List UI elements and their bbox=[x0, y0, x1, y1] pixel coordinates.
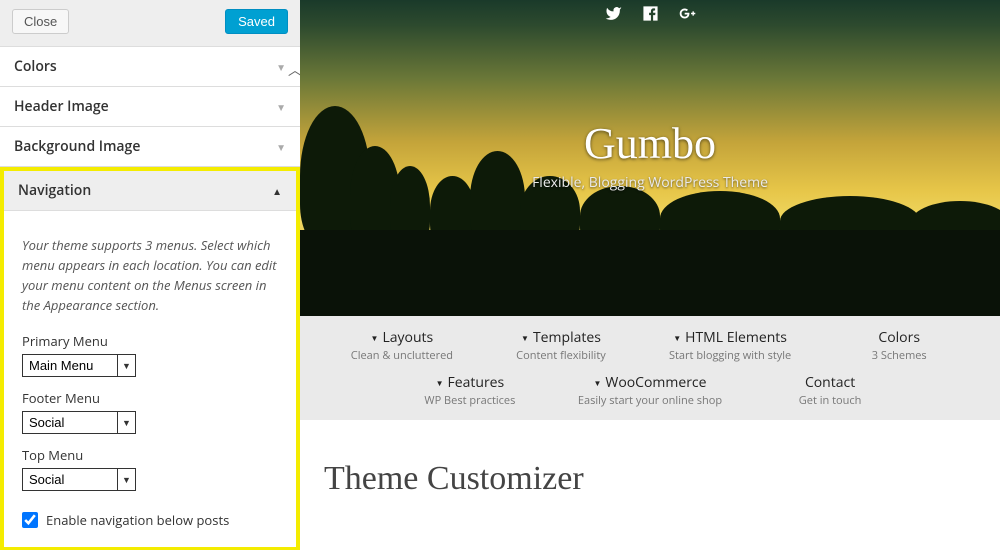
close-button[interactable]: Close bbox=[12, 9, 69, 34]
footer-menu-select-wrap: Social ▼ bbox=[22, 411, 136, 434]
menu-label: Colors bbox=[878, 328, 920, 347]
customizer-sidebar: Close Saved Colors ▼ Header Image ▼ Back… bbox=[0, 0, 300, 550]
menu-sublabel: Content flexibility bbox=[511, 348, 611, 363]
site-tagline: Flexible, Blogging WordPress Theme bbox=[300, 173, 1000, 192]
sidebar-header: Close Saved bbox=[0, 0, 300, 46]
menu-sublabel: Clean & uncluttered bbox=[351, 348, 453, 363]
hero: Gumbo Flexible, Blogging WordPress Theme bbox=[300, 0, 1000, 316]
preview-pane: Gumbo Flexible, Blogging WordPress Theme… bbox=[300, 0, 1000, 550]
primary-menu-select-wrap: Main Menu ▼ bbox=[22, 354, 136, 377]
primary-menu-label: Primary Menu bbox=[22, 332, 278, 350]
section-navigation[interactable]: Navigation ▲ bbox=[4, 171, 296, 210]
menu-item-colors[interactable]: Colors 3 Schemes bbox=[849, 328, 949, 363]
main-menu: ▼Layouts Clean & uncluttered ▼Templates … bbox=[300, 316, 1000, 420]
section-label: Navigation bbox=[18, 181, 91, 200]
navigation-description: Your theme supports 3 menus. Select whic… bbox=[4, 210, 296, 326]
chevron-up-icon: ▲ bbox=[272, 184, 282, 198]
top-menu-select-wrap: Social ▼ bbox=[22, 468, 136, 491]
saved-button[interactable]: Saved bbox=[225, 9, 288, 34]
menu-item-html-elements[interactable]: ▼ HTML Elements Start blogging with style bbox=[669, 328, 791, 363]
menu-label: Contact bbox=[805, 373, 855, 392]
menu-item-layouts[interactable]: ▼Layouts Clean & uncluttered bbox=[351, 328, 453, 363]
hero-title-block: Gumbo Flexible, Blogging WordPress Theme bbox=[300, 118, 1000, 192]
chevron-down-icon: ▼ bbox=[436, 378, 444, 389]
menu-item-woocommerce[interactable]: ▼ WooCommerce Easily start your online sh… bbox=[578, 373, 722, 408]
page-title: Theme Customizer bbox=[324, 460, 976, 498]
accordion: Colors ▼ Header Image ▼ Background Image… bbox=[0, 46, 300, 550]
menu-item-features[interactable]: ▼ Features WP Best practices bbox=[420, 373, 520, 408]
field-top-menu: Top Menu Social ▼ bbox=[4, 440, 296, 497]
menu-label: Templates bbox=[533, 328, 601, 347]
footer-menu-label: Footer Menu bbox=[22, 389, 278, 407]
chevron-down-icon: ▼ bbox=[673, 333, 681, 344]
chevron-down-icon: ▼ bbox=[521, 333, 529, 344]
menu-label: WooCommerce bbox=[605, 373, 706, 392]
google-plus-icon[interactable] bbox=[679, 4, 696, 27]
twitter-icon[interactable] bbox=[605, 4, 622, 27]
chevron-down-icon: ▼ bbox=[276, 60, 286, 74]
footer-menu-select[interactable]: Social bbox=[23, 412, 135, 433]
site-title: Gumbo bbox=[300, 118, 1000, 169]
content-area: Theme Customizer bbox=[300, 420, 1000, 538]
field-footer-menu: Footer Menu Social ▼ bbox=[4, 383, 296, 440]
chevron-down-icon: ▼ bbox=[371, 333, 379, 344]
section-colors[interactable]: Colors ▼ bbox=[0, 47, 300, 87]
enable-nav-below-label: Enable navigation below posts bbox=[46, 511, 229, 529]
section-navigation-highlight: Navigation ▲ Your theme supports 3 menus… bbox=[0, 167, 300, 550]
menu-sublabel: 3 Schemes bbox=[849, 348, 949, 363]
menu-sublabel: Easily start your online shop bbox=[578, 393, 722, 408]
app-root: Close Saved Colors ▼ Header Image ▼ Back… bbox=[0, 0, 1000, 550]
menu-sublabel: Get in touch bbox=[780, 393, 880, 408]
section-label: Colors bbox=[14, 57, 57, 76]
section-label: Header Image bbox=[14, 97, 109, 116]
top-menu-label: Top Menu bbox=[22, 446, 278, 464]
chevron-down-icon: ▼ bbox=[276, 140, 286, 154]
menu-label: HTML Elements bbox=[685, 328, 787, 347]
menu-item-contact[interactable]: Contact Get in touch bbox=[780, 373, 880, 408]
enable-nav-below-row: Enable navigation below posts bbox=[4, 497, 296, 547]
menu-label: Features bbox=[448, 373, 505, 392]
chevron-down-icon: ▼ bbox=[593, 378, 601, 389]
top-menu-select[interactable]: Social bbox=[23, 469, 135, 490]
chevron-down-icon: ▼ bbox=[276, 100, 286, 114]
enable-nav-below-checkbox[interactable] bbox=[22, 512, 38, 528]
primary-menu-select[interactable]: Main Menu bbox=[23, 355, 135, 376]
section-header-image[interactable]: Header Image ▼ bbox=[0, 87, 300, 127]
menu-sublabel: Start blogging with style bbox=[669, 348, 791, 363]
facebook-icon[interactable] bbox=[642, 4, 659, 27]
field-primary-menu: Primary Menu Main Menu ▼ bbox=[4, 326, 296, 383]
hero-ground bbox=[300, 230, 1000, 316]
menu-sublabel: WP Best practices bbox=[420, 393, 520, 408]
section-label: Background Image bbox=[14, 137, 140, 156]
social-icons bbox=[300, 4, 1000, 27]
menu-item-templates[interactable]: ▼ Templates Content flexibility bbox=[511, 328, 611, 363]
menu-label: Layouts bbox=[382, 328, 433, 347]
section-background-image[interactable]: Background Image ▼ bbox=[0, 127, 300, 167]
